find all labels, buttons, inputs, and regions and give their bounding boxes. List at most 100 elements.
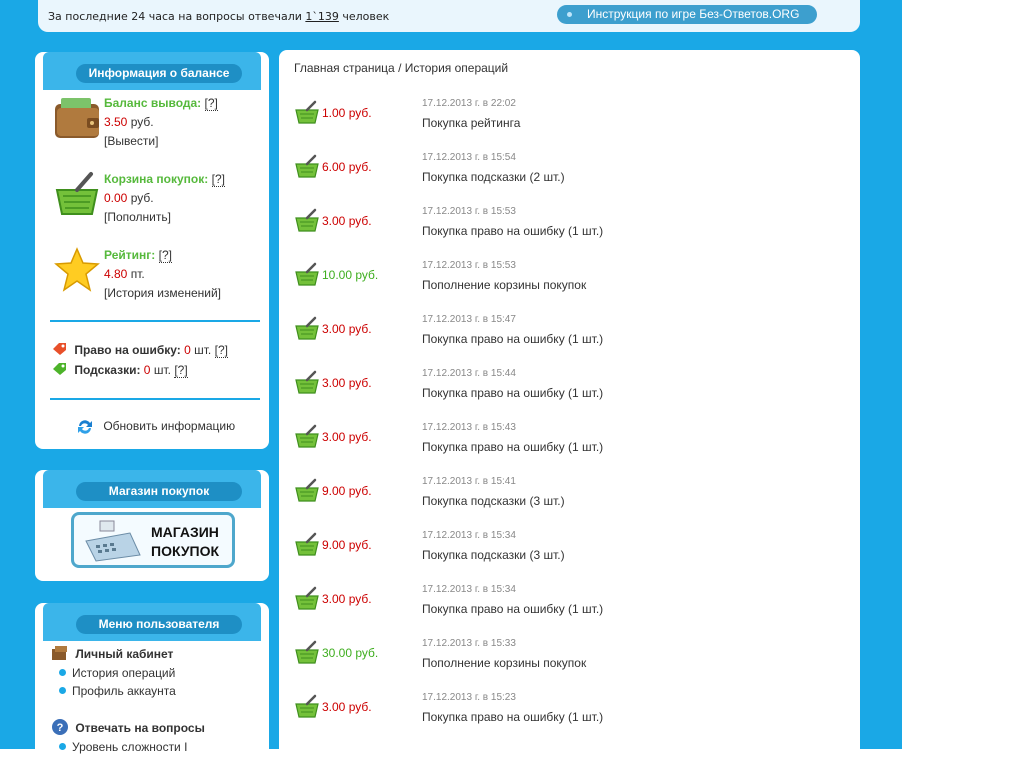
rating-label: Рейтинг: (104, 248, 156, 262)
operation-amount: 30.00 руб. (322, 646, 379, 660)
rating-value: 4.80 (104, 267, 128, 281)
cash-register-icon (85, 520, 141, 562)
basket-topup-link[interactable]: [Пополнить] (104, 210, 171, 224)
breadcrumb: Главная страница / История операций (294, 61, 509, 75)
shop-banner-line1: МАГАЗИН (151, 524, 219, 540)
operation-date: 17.12.2013 г. в 22:02 (422, 98, 516, 109)
visitors-stat: За последние 24 часа на вопросы отвечали… (48, 10, 389, 23)
operation-date: 17.12.2013 г. в 15:54 (422, 152, 516, 163)
operation-description: Покупка право на ошибку (1 шт.) (422, 602, 604, 616)
panel-header: Магазин покупок (43, 470, 261, 508)
operation-row: 3.00 руб. 17.12.2013 г. в 15:53 Покупка пр… (279, 198, 860, 252)
operation-description: Покупка право на ошибку (1 шт.) (422, 224, 604, 238)
mistake-label: Право на ошибку: (74, 343, 181, 357)
mistake-value: 0 (184, 343, 191, 357)
shop-banner-line2: ПОКУПОК (151, 543, 220, 559)
operation-description: Покупка право на ошибку (1 шт.) (422, 386, 604, 400)
balance-panel-title: Информация о балансе (76, 64, 242, 83)
rating-help-link[interactable]: [?] (158, 248, 172, 263)
cabinet-label: Личный кабинет (75, 647, 174, 661)
rating-history-link[interactable]: [История изменений] (104, 286, 221, 300)
operation-row: 9.00 руб. 17.12.2013 г. в 15:34 Покупка по… (279, 522, 860, 576)
refresh-label: Обновить информацию (103, 419, 236, 433)
visitors-suffix: человек (342, 10, 390, 23)
operation-amount: 3.00 руб. (322, 700, 372, 714)
mistake-help-link[interactable]: [?] (214, 343, 228, 358)
operation-date: 17.12.2013 г. в 15:34 (422, 530, 516, 541)
operation-description: Покупка право на ошибку (1 шт.) (422, 440, 604, 454)
operation-date: 17.12.2013 г. в 15:34 (422, 584, 516, 595)
shopping-basket-icon (295, 640, 319, 664)
operation-amount: 3.00 руб. (322, 214, 372, 228)
basket-value: 0.00 (104, 191, 128, 205)
shopping-basket-icon (295, 208, 319, 232)
operation-amount: 9.00 руб. (322, 538, 372, 552)
divider (50, 320, 260, 322)
game-instructions-button[interactable]: Инструкция по игре Без-Ответов.ORG (557, 5, 817, 24)
operation-description: Покупка подсказки (2 шт.) (422, 170, 565, 184)
user-menu-title: Меню пользователя (76, 615, 242, 634)
red-tag-icon (53, 343, 66, 355)
svg-text:?: ? (57, 722, 64, 734)
operation-description: Покупка право на ошибку (1 шт.) (422, 710, 604, 724)
hints-label: Подсказки: (74, 363, 141, 377)
operation-amount: 3.00 руб. (322, 376, 372, 390)
operation-date: 17.12.2013 г. в 15:23 (422, 692, 516, 703)
operation-row: 6.00 руб. 17.12.2013 г. в 15:54 Покупка по… (279, 144, 860, 198)
refresh-info-button[interactable]: Обновить информацию (76, 418, 235, 436)
operation-date: 17.12.2013 г. в 15:33 (422, 638, 516, 649)
panel-header: Информация о балансе (43, 52, 261, 90)
shopping-basket-icon (295, 154, 319, 178)
answer-questions-heading: ? Отвечать на вопросы (51, 718, 205, 736)
wallet-icon (55, 98, 99, 138)
operation-date: 17.12.2013 г. в 15:47 (422, 314, 516, 325)
operation-amount: 3.00 руб. (322, 322, 372, 336)
mistake-right-row: Право на ошибку: 0 шт. [?] (51, 342, 228, 358)
green-tag-icon (53, 363, 66, 375)
operation-row: 3.00 руб. 17.12.2013 г. в 15:23 Покупка пр… (279, 684, 860, 738)
shopping-basket-icon (295, 316, 319, 340)
operation-date: 17.12.2013 г. в 15:43 (422, 422, 516, 433)
menu-link-history[interactable]: История операций (59, 666, 175, 680)
shopping-basket-icon (295, 262, 319, 286)
withdraw-label: Баланс вывода: (104, 96, 202, 110)
panel-header: Меню пользователя (43, 603, 261, 641)
shopping-basket-icon (295, 478, 319, 502)
operation-row: 9.00 руб. 17.12.2013 г. в 15:41 Покупка по… (279, 468, 860, 522)
question-icon: ? (52, 719, 68, 735)
menu-link-difficulty[interactable]: Уровень сложности I (59, 740, 187, 754)
divider (50, 398, 260, 400)
top-info-bar: За последние 24 часа на вопросы отвечали… (38, 0, 860, 32)
shop-panel: Магазин покупок МАГАЗИН ПОКУПОК (35, 470, 269, 581)
shopping-basket-icon (295, 424, 319, 448)
game-instructions-label: Инструкция по игре Без-Ответов.ORG (587, 7, 800, 21)
operation-amount: 1.00 руб. (322, 106, 372, 120)
shopping-basket-icon (295, 370, 319, 394)
menu-link-profile[interactable]: Профиль аккаунта (59, 684, 176, 698)
visitors-count[interactable]: 1`139 (305, 10, 339, 23)
operations-history-panel: Главная страница / История операций 1.00… (279, 50, 860, 770)
operation-row: 30.00 руб. 17.12.2013 г. в 15:33 Пополнени… (279, 630, 860, 684)
operation-row: 1.00 руб. 17.12.2013 г. в 22:02 Покупка ре… (279, 90, 860, 144)
operation-description: Пополнение корзины покупок (422, 656, 587, 670)
operation-amount: 3.00 руб. (322, 592, 372, 606)
withdraw-help-link[interactable]: [?] (204, 96, 218, 111)
operation-row: 3.00 руб. 17.12.2013 г. в 15:43 Покупка пр… (279, 414, 860, 468)
operation-description: Покупка право на ошибку (1 шт.) (422, 332, 604, 346)
cabinet-icon (52, 646, 67, 660)
withdraw-action-link[interactable]: [Вывести] (104, 134, 158, 148)
shopping-basket-icon (295, 694, 319, 718)
operation-row: 3.00 руб. 17.12.2013 г. в 15:47 Покупка пр… (279, 306, 860, 360)
withdraw-unit: руб. (130, 115, 154, 129)
operation-description: Покупка подсказки (3 шт.) (422, 548, 565, 562)
hints-value: 0 (143, 363, 151, 377)
operation-amount: 6.00 руб. (322, 160, 372, 174)
star-icon (54, 247, 100, 292)
operation-date: 17.12.2013 г. в 15:44 (422, 368, 516, 379)
operation-row: 3.00 руб. 17.12.2013 г. в 15:34 Покупка пр… (279, 576, 860, 630)
basket-unit: руб. (130, 191, 154, 205)
shop-banner-button[interactable]: МАГАЗИН ПОКУПОК (71, 512, 235, 568)
basket-help-link[interactable]: [?] (211, 172, 225, 187)
personal-cabinet-heading: Личный кабинет (51, 645, 173, 661)
hints-help-link[interactable]: [?] (174, 363, 188, 378)
